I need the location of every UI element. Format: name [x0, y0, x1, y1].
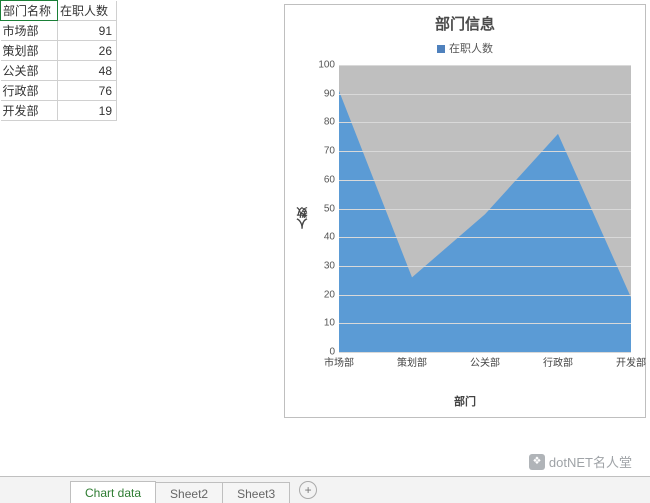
- chart-gridline: [339, 295, 631, 296]
- chart-gridline: [339, 65, 631, 66]
- chart-xlabel: 部门: [285, 393, 645, 409]
- cell-count[interactable]: 91: [58, 21, 117, 41]
- chart-ytick: 20: [324, 289, 339, 300]
- chart-title: 部门信息: [285, 13, 645, 34]
- watermark: ❖ dotNET名人堂: [529, 452, 632, 471]
- chart-gridline: [339, 180, 631, 181]
- chart-xtick: 市场部: [324, 352, 354, 369]
- chart-ytick: 30: [324, 260, 339, 271]
- cell-dept[interactable]: 市场部: [1, 21, 58, 41]
- chart-xtick: 行政部: [543, 352, 573, 369]
- chart-plot-area: 0102030405060708090100市场部策划部公关部行政部开发部: [339, 65, 631, 353]
- wechat-icon: ❖: [529, 454, 545, 470]
- chart-xtick: 策划部: [397, 352, 427, 369]
- cell-header-dept[interactable]: 部门名称: [1, 1, 58, 21]
- chart-gridline: [339, 266, 631, 267]
- cell-dept[interactable]: 公关部: [1, 61, 58, 81]
- cell-count[interactable]: 26: [58, 41, 117, 61]
- sheet-tab-sheet3[interactable]: Sheet3: [222, 482, 290, 503]
- watermark-text: dotNET名人堂: [549, 452, 632, 471]
- chart-ytick: 80: [324, 117, 339, 128]
- chart-xtick: 开发部: [616, 352, 646, 369]
- cell-header-count[interactable]: 在职人数: [58, 1, 117, 21]
- chart-gridline: [339, 94, 631, 95]
- spreadsheet-grid[interactable]: 部门名称 在职人数 市场部 91 策划部 26 公关部 48 行政部 76 开发…: [0, 0, 280, 121]
- sheet-tab-chart-data[interactable]: Chart data: [70, 481, 156, 503]
- cell-count[interactable]: 19: [58, 101, 117, 121]
- chart-gridline: [339, 237, 631, 238]
- add-sheet-button[interactable]: +: [299, 481, 317, 499]
- chart-ytick: 40: [324, 232, 339, 243]
- chart-gridline: [339, 209, 631, 210]
- chart-plot: 0102030405060708090100市场部策划部公关部行政部开发部: [339, 65, 631, 371]
- chart-ytick: 90: [324, 88, 339, 99]
- chart-gridline: [339, 122, 631, 123]
- legend-swatch-icon: [437, 45, 445, 53]
- cell-dept[interactable]: 行政部: [1, 81, 58, 101]
- cell-dept[interactable]: 开发部: [1, 101, 58, 121]
- chart-ytick: 60: [324, 174, 339, 185]
- cell-dept[interactable]: 策划部: [1, 41, 58, 61]
- chart-ytick: 10: [324, 318, 339, 329]
- chart-container[interactable]: 部门信息 在职人数 人数 0102030405060708090100市场部策划…: [284, 4, 646, 418]
- chart-gridline: [339, 323, 631, 324]
- chart-gridline: [339, 151, 631, 152]
- sheet-tab-sheet2[interactable]: Sheet2: [155, 482, 223, 503]
- chart-legend: 在职人数: [285, 40, 645, 56]
- chart-ytick: 50: [324, 203, 339, 214]
- chart-ytick: 70: [324, 146, 339, 157]
- legend-label: 在职人数: [449, 43, 493, 55]
- chart-ytick: 100: [318, 60, 339, 71]
- cell-count[interactable]: 48: [58, 61, 117, 81]
- sheet-tab-bar: Chart data Sheet2 Sheet3 +: [0, 476, 650, 503]
- chart-ylabel: 人数: [295, 207, 311, 229]
- chart-xtick: 公关部: [470, 352, 500, 369]
- cell-count[interactable]: 76: [58, 81, 117, 101]
